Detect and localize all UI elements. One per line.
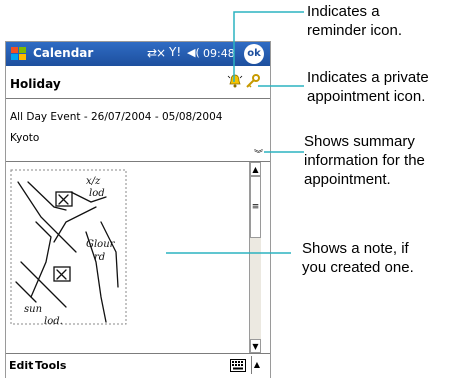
callout-summary: Shows summary information for the appoin…	[304, 133, 425, 188]
callout-note: Shows a note, if you created one.	[302, 240, 414, 276]
callout-line-reminder	[233, 11, 304, 82]
callout-private: Indicates a private appointment icon.	[307, 69, 429, 105]
callout-reminder: Indicates a reminder icon.	[307, 3, 403, 39]
callout-lines	[166, 11, 304, 254]
